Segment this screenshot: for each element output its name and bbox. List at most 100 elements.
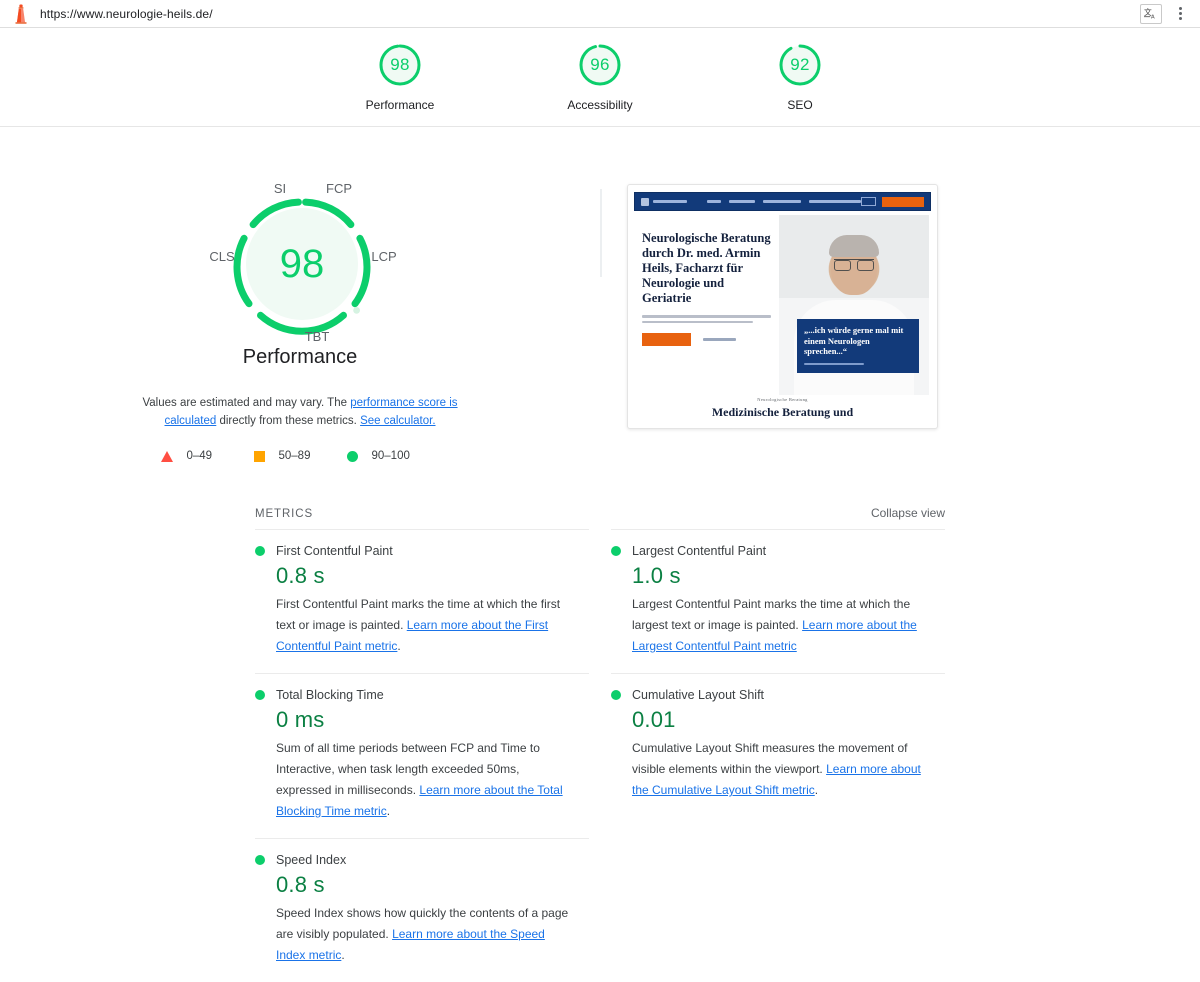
performance-score-value: 98 [279,241,325,286]
thumbnail-hero-paragraph [642,315,771,323]
url-text[interactable]: https://www.neurologie-heils.de/ [40,7,213,21]
disclaimer-text-1: Values are estimated and may vary. The [142,397,351,409]
score-item-seo[interactable]: 92 SEO [735,42,865,112]
legend-range: 0–49 [186,450,213,462]
score-label: Accessibility [567,98,633,112]
main-content: SI FCP LCP TBT CLS 98 Performance Values… [0,127,1200,982]
legend-item-pass: 90–100 [346,450,440,462]
status-dot-icon [611,690,621,700]
status-dot-icon [255,690,265,700]
metric-header: Speed Index [255,853,589,867]
thumbnail-quote-subline [804,362,864,365]
collapse-view-toggle[interactable]: Collapse view [871,506,945,520]
svg-text:A: A [1151,14,1155,20]
performance-title: Performance [242,346,358,368]
metric-name: Total Blocking Time [276,688,384,702]
legend-range: 50–89 [278,450,311,462]
metric-description-tail: . [397,639,401,653]
performance-gauge-column: SI FCP LCP TBT CLS 98 Performance Values… [0,184,600,462]
metric-header: Largest Contentful Paint [611,544,945,558]
metric-largest-contentful-paint[interactable]: Largest Contentful Paint 1.0 s Largest C… [611,529,945,673]
status-dot-icon [611,546,621,556]
metric-name: Speed Index [276,853,347,867]
site-nav-item [809,200,862,203]
metric-name: Cumulative Layout Shift [632,688,765,702]
thumbnail-secondary-link [703,338,736,341]
site-screenshot-column: Neurologische Beratung durch Dr. med. Ar… [600,184,1200,429]
performance-gauge: SI FCP LCP TBT CLS 98 [202,184,402,344]
site-logo-icon [641,197,650,206]
metrics-grid: First Contentful Paint 0.8 s First Conte… [0,529,1200,982]
portrait-hair [829,235,879,257]
legend-range: 90–100 [371,450,410,462]
thumbnail-hero-text: Neurologische Beratung durch Dr. med. Ar… [634,215,779,395]
score-gauge-performance: 98 [377,42,423,88]
site-screenshot-thumbnail[interactable]: Neurologische Beratung durch Dr. med. Ar… [627,184,938,429]
metric-header: Cumulative Layout Shift [611,688,945,702]
site-nav-item [763,200,802,203]
metric-description: First Contentful Paint marks the time at… [276,594,576,657]
thumbnail-hero: Neurologische Beratung durch Dr. med. Ar… [628,215,937,395]
metric-description: Largest Contentful Paint marks the time … [632,594,932,657]
status-dot-icon [255,855,265,865]
site-nav-item [729,200,756,203]
thumbnail-hero-photo: „...ich würde gerne mal mit einem Neurol… [779,215,929,395]
site-nav-item [707,200,722,203]
kebab-menu-icon[interactable] [1172,7,1188,20]
site-brand-name [653,200,688,203]
metric-first-contentful-paint[interactable]: First Contentful Paint 0.8 s First Conte… [255,529,589,673]
disclaimer-text-2: directly from these metrics. [216,414,361,427]
metrics-column-left: First Contentful Paint 0.8 s First Conte… [255,529,589,982]
performance-overview-row: SI FCP LCP TBT CLS 98 Performance Values… [0,127,1200,462]
metric-description: Sum of all time periods between FCP and … [276,738,576,822]
thumbnail-section: Neurologische Beratung Medizinische Bera… [628,397,937,420]
glasses-icon [834,259,874,271]
thumbnail-primary-button [642,333,691,346]
metric-name: Largest Contentful Paint [632,544,767,558]
score-label: Performance [365,98,435,112]
metric-value: 0 ms [276,707,325,732]
thumbnail-site-nav [634,192,931,211]
score-label: SEO [787,98,813,112]
metric-total-blocking-time[interactable]: Total Blocking Time 0 ms Sum of all time… [255,673,589,838]
metric-speed-index[interactable]: Speed Index 0.8 s Speed Index shows how … [255,838,589,982]
metrics-column-right: Largest Contentful Paint 1.0 s Largest C… [611,529,945,982]
site-nav-cta-button [881,196,924,207]
see-calculator-link[interactable]: See calculator. [360,415,435,427]
score-item-performance[interactable]: 98 Performance [335,42,465,112]
score-gauge-seo: 92 [777,42,823,88]
metric-value: 1.0 s [632,563,681,588]
lighthouse-icon [10,3,32,25]
metric-value: 0.8 s [276,563,325,588]
legend-item-average: 50–89 [253,450,347,462]
status-dot-icon [255,546,265,556]
thumbnail-quote-box: „...ich würde gerne mal mit einem Neurol… [797,319,919,373]
metric-value: 0.8 s [276,872,325,897]
thumbnail-section-eyebrow: Neurologische Beratung [757,397,808,402]
legend-item-fail: 0–49 [160,450,254,462]
thumbnail-section-heading: Medizinische Beratung und [711,405,854,419]
category-scores-strip: 98 Performance 96 Accessibility 92 SEO [0,28,1200,127]
metric-header: First Contentful Paint [255,544,589,558]
metric-cumulative-layout-shift[interactable]: Cumulative Layout Shift 0.01 Cumulative … [611,673,945,817]
thumbnail-hero-heading: Neurologische Beratung durch Dr. med. Ar… [642,231,771,305]
score-gauge-accessibility: 96 [577,42,623,88]
translate-icon[interactable]: 文 A [1140,3,1162,24]
metric-value: 0.01 [632,707,676,732]
square-icon [253,450,265,462]
score-value: 98 [390,55,410,74]
triangle-icon [160,450,173,462]
site-nav-items [707,200,862,203]
metric-description: Cumulative Layout Shift measures the mov… [632,738,932,801]
score-item-accessibility[interactable]: 96 Accessibility [535,42,665,112]
performance-disclaimer: Values are estimated and may vary. The p… [135,395,465,430]
circle-icon [346,450,358,462]
site-nav-blog-button [861,197,876,206]
metric-name: First Contentful Paint [276,544,393,558]
metrics-header: METRICS Collapse view [0,506,1200,520]
thumbnail-quote-text: „...ich würde gerne mal mit einem Neurol… [804,325,904,356]
score-value: 92 [790,55,810,74]
score-value: 96 [590,55,610,74]
thumbnail-hero-cta [642,333,771,346]
metric-description-tail: . [814,783,819,797]
